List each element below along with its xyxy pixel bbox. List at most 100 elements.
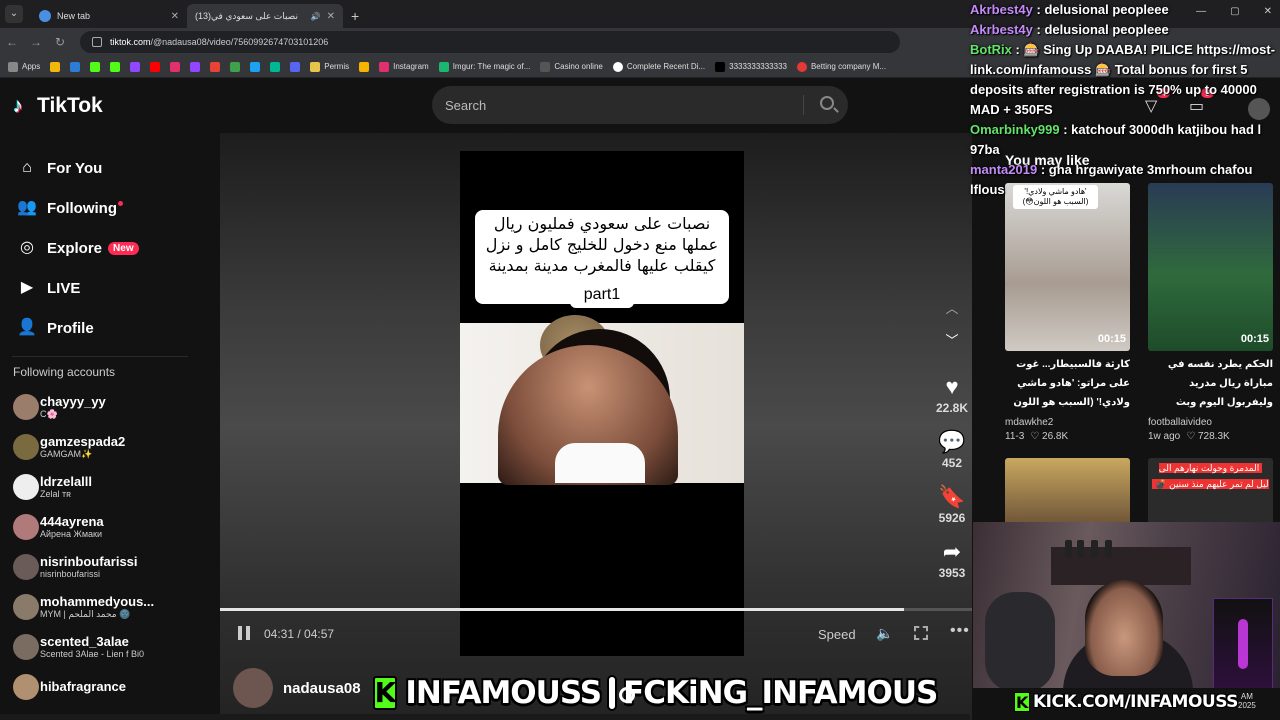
youtube-icon[interactable] [150,61,161,72]
fullscreen-icon[interactable] [914,626,928,640]
reload-icon[interactable]: ↻ [48,35,72,49]
url-domain: tiktok.com [110,37,151,47]
account-text: ldrzelalll Zelal ᴛʀ [40,474,92,500]
tab-tiktok[interactable]: (13)نصبات على سعودي في 🔊 ✕ [0,4,343,90]
back-icon[interactable]: ← [0,35,24,49]
nav-live[interactable]: ▶ LIVE [0,268,200,308]
kick-icon[interactable] [90,61,101,72]
recommended-video[interactable] [1005,458,1130,528]
divider [12,356,188,357]
analytics-icon[interactable] [359,61,370,72]
bookmark-apps[interactable]: Apps [8,61,40,72]
share-action[interactable]: ➦ 3953 [928,538,976,580]
bookmark-icon[interactable] [270,61,281,72]
stream-chat-overlay: Akrbest4y : delusional peopleee Akrbest4y… [970,0,1280,200]
binance-icon[interactable] [50,61,61,72]
avatar [13,474,39,500]
chat-separator: : [1011,42,1024,57]
bookmark-icon[interactable] [230,61,241,72]
account-text: gamzespada2 GAMGAM✨ [40,434,125,460]
nav-label: Explore [47,239,103,257]
stream-socials-banner: K INFAMOUSS FCKiNG_INFAMOUS [372,672,938,714]
search-input[interactable]: Search [432,86,848,124]
bookmark-icon[interactable] [250,61,261,72]
chat-message: Akrbest4y : delusional peopleee [970,0,1280,20]
recommended-video[interactable]: المدمرة وحولت نهارهم الى ليل لم تمر عليه… [1148,458,1273,528]
nav-explore[interactable]: ◎ Explore New [0,228,200,268]
chat-username: BotRix [970,42,1012,57]
bookmark-icon[interactable] [290,61,301,72]
comment-action[interactable]: 💬 452 [928,428,976,470]
bookmark-x[interactable]: 3333333333333 [715,61,787,72]
following-account[interactable]: mohammedyous... MYM | محمد الملحم 🌚 [0,587,200,627]
tab-new[interactable]: New tab ✕ [31,4,187,28]
tab-search-button[interactable]: ⌄ [5,5,23,23]
author-row: nadausa08 [233,668,361,708]
forward-icon[interactable]: → [24,35,48,49]
following-account[interactable]: scented_3alae Scented 3Alae - Lien f Bi0 [0,627,200,667]
video-date: 1w ago [1148,431,1181,442]
following-account[interactable]: ldrzelalll Zelal ᴛʀ [0,467,200,507]
account-name: nisrinboufarissi [40,553,138,569]
video-progress-bar[interactable] [220,608,972,611]
previous-video-icon[interactable]: ︿ [942,298,962,318]
volume-icon[interactable]: 🔈 [876,625,893,642]
following-account[interactable]: chayyy_yy C🌸 [0,387,200,427]
account-subtitle: Scented 3Alae - Lien f Bi0 [40,648,145,659]
close-icon[interactable]: ✕ [327,11,335,22]
nav-following[interactable]: 👥 Following [0,188,200,228]
bookmark-betting[interactable]: Betting company M... [796,61,886,72]
gmail-icon[interactable] [210,61,221,72]
webcam-overlay [973,522,1280,688]
recommended-video[interactable]: 'هادو ماشي ولادي!' (السبب هو اللون😳) 00:… [1005,183,1130,442]
account-subtitle: Zelal ᴛʀ [40,488,72,499]
following-account[interactable]: hibafragrance [0,667,200,707]
next-video-icon[interactable]: ﹀ [942,330,962,350]
url-field[interactable]: tiktok.com /@nadausa08/video/75609926747… [80,31,900,53]
instagram-icon[interactable] [170,61,181,72]
new-tab-button[interactable]: + [351,8,359,24]
avatar[interactable] [233,668,273,708]
logo-text: TikTok [37,94,103,117]
imgur-icon [438,61,449,72]
pause-icon[interactable] [238,626,250,640]
bookmark-label: Casino online [554,62,603,71]
casino-icon [540,61,551,72]
nav-profile[interactable]: 👤 Profile [0,308,200,348]
following-account[interactable]: 444ayrena Айрена Жмаки [0,507,200,547]
kick-url: KICK.COM/INFAMOUSS [1033,692,1238,712]
speed-button[interactable]: Speed [818,627,856,642]
bookmark-imgur[interactable]: Imgur: The magic of... [438,61,531,72]
bookmark-icon[interactable] [70,61,81,72]
home-icon: ⌂ [22,159,32,176]
search-icon[interactable] [820,96,834,110]
following-account[interactable]: nisrinboufarissi nisrinboufarissi [0,547,200,587]
more-icon[interactable]: ••• [950,622,970,640]
avatar [13,674,39,700]
site-info-icon[interactable] [92,37,102,47]
author-name[interactable]: nadausa08 [283,680,361,697]
twitch-icon[interactable] [130,61,141,72]
instagram-icon [379,61,390,72]
bookmark-instagram[interactable]: Instagram [379,61,429,72]
bookmark-casino[interactable]: Casino online [540,61,603,72]
kick-handle: INFAMOUSS [405,675,602,711]
following-accounts-list: chayyy_yy C🌸 gamzespada2 GAMGAM✨ ldrzelalll Z… [0,387,200,707]
video-time: 04:31 / 04:57 [264,627,335,641]
bookmark-label: Imgur: The magic of... [452,62,531,71]
bookmark-github[interactable]: Complete Recent Di... [612,61,705,72]
close-icon[interactable]: ✕ [171,11,179,22]
bookmark-permis[interactable]: Permis [310,61,349,72]
video-thumbnail: المدمرة وحولت نهارهم الى ليل لم تمر عليه… [1148,458,1273,528]
twitch-icon[interactable] [190,61,201,72]
kick-icon[interactable] [110,61,121,72]
save-action[interactable]: 🔖 5926 [928,483,976,525]
recommended-video[interactable]: 00:15 الحكم يطرد نفسه في مباراة ريال مدر… [1148,183,1273,442]
nav-for-you[interactable]: ⌂ For You [0,148,200,188]
tiktok-logo[interactable]: ♪ TikTok [13,94,103,118]
video-duration: 00:15 [1097,333,1126,345]
like-action[interactable]: ♥ 22.8K [928,373,976,415]
following-account[interactable]: gamzespada2 GAMGAM✨ [0,427,200,467]
video-player[interactable]: نصبات على سعودي فمليون ريال عملها منع دخ… [460,151,744,656]
speaker-icon[interactable]: 🔊 [311,12,321,21]
